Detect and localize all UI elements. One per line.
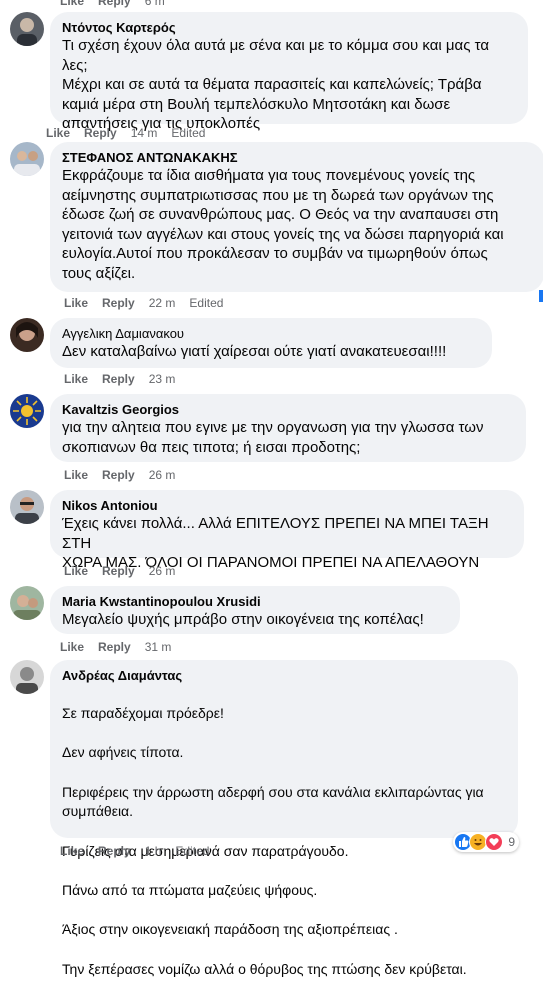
reply-button[interactable]: Reply [98, 0, 131, 8]
like-button[interactable]: Like [60, 0, 84, 8]
comment-text: Τι σχέση έχουν όλα αυτά με σένα και με τ… [62, 37, 489, 132]
comment-bubble: Ανδρέας Διαμάντας Σε παραδέχομαι πρόεδρε… [50, 660, 518, 977]
reply-button[interactable]: Reply [102, 372, 135, 386]
comment-time: 1 h [144, 844, 162, 858]
commenter-name[interactable]: Maria Kwstantinopoulou Xrusidi [62, 594, 448, 610]
avatar[interactable] [10, 490, 44, 524]
reply-button[interactable]: Reply [98, 844, 131, 858]
comment-actions: Like Reply 22 m Edited [64, 296, 223, 310]
reply-button[interactable]: Reply [102, 564, 135, 578]
like-button[interactable]: Like [64, 468, 88, 482]
comment-line: Περιφέρεις την άρρωστη αδερφή σου στα κα… [62, 783, 484, 820]
comment-actions: Like Reply 31 m [60, 640, 171, 654]
comment-text: Δεν καταλαβαίνω γιατί χαίρεσαι ούτε γιατ… [62, 343, 447, 360]
avatar[interactable] [10, 12, 44, 46]
like-button[interactable]: Like [64, 372, 88, 386]
commenter-name[interactable]: Ανδρέας Διαμάντας [62, 668, 506, 684]
comment-bubble: Αγγελικη Δαμιανακου Δεν καταλαβαίνω γιατ… [50, 318, 492, 368]
previous-comment-actions: Like Reply 6 m [60, 0, 165, 8]
comment-actions: Like Reply 14 m Edited [46, 126, 205, 140]
comment-time: 26 m [148, 564, 176, 578]
reaction-summary[interactable]: 9 [453, 832, 519, 852]
avatar[interactable] [10, 142, 44, 176]
comment-actions: Like Reply 26 m [64, 468, 175, 482]
comment-time: 23 m [148, 372, 176, 386]
comment-time: 22 m [148, 296, 176, 310]
comment-actions: Like Reply 26 m [64, 564, 175, 578]
comment-text: για την αλητεια που εγινε με την οργανωσ… [62, 419, 484, 456]
scrollbar-thumb[interactable] [539, 290, 543, 302]
avatar[interactable] [10, 586, 44, 620]
reaction-count: 9 [508, 835, 515, 849]
comment-text: Μεγαλείο ψυχής μπράβο στην οικογένεια τη… [62, 611, 424, 628]
comment-bubble: ΣΤΕΦΑΝΟΣ ΑΝΤΩΝΑΚΑΚΗΣ Εκφράζουμε τα ίδια … [50, 142, 543, 292]
comment-time: 14 m [130, 126, 158, 140]
comment-bubble: Ντόντος Καρτερός Τι σχέση έχουν όλα αυτά… [50, 12, 528, 132]
edited-label: Edited [189, 296, 224, 310]
like-button[interactable]: Like [64, 296, 88, 310]
comment-actions: Like Reply 1 h Edited [60, 844, 209, 858]
comment-line: Την ξεπέρασες νομίζω αλλά ο θόρυβος της … [62, 960, 467, 977]
reply-button[interactable]: Reply [84, 126, 117, 140]
comment-actions: Like Reply 23 m [64, 372, 175, 386]
comment-bubble: Maria Kwstantinopoulou Xrusidi Μεγαλείο … [50, 586, 460, 634]
like-button[interactable]: Like [46, 126, 70, 140]
comment-line: Πάνω από τα πτώματα μαζεύεις ψήφους. [62, 882, 318, 899]
comment-time: 31 m [144, 640, 172, 654]
comment-text: Εκφράζουμε τα ίδια αισθήματα για τους πο… [62, 167, 504, 282]
comment-bubble: Kavaltzis Georgios για την αλητεια που ε… [50, 394, 526, 462]
comment-text: Σε παραδέχομαι πρόεδρε! Δεν αφήνεις τίπο… [62, 684, 506, 999]
commenter-name[interactable]: ΣΤΕΦΑΝΟΣ ΑΝΤΩΝΑΚΑΚΗΣ [62, 150, 532, 166]
comment-line: Άξιος στην οικογενειακή παράδοση της αξι… [62, 921, 398, 938]
comment-time: 6 m [144, 0, 165, 8]
like-button[interactable]: Like [60, 640, 84, 654]
like-button[interactable]: Like [60, 844, 84, 858]
edited-label: Edited [171, 126, 206, 140]
edited-label: Edited [175, 844, 210, 858]
comment-line: Δεν αφήνεις τίποτα. [62, 744, 184, 761]
avatar[interactable] [10, 394, 44, 428]
comment-time: 26 m [148, 468, 176, 482]
reply-button[interactable]: Reply [102, 468, 135, 482]
reply-button[interactable]: Reply [98, 640, 131, 654]
commenter-name[interactable]: Ντόντος Καρτερός [62, 20, 516, 36]
love-reaction-icon [485, 833, 504, 851]
avatar[interactable] [10, 318, 44, 352]
comment-line: Σε παραδέχομαι πρόεδρε! [62, 704, 224, 721]
like-button[interactable]: Like [64, 564, 88, 578]
comment-bubble: Nikos Antoniou Έχεις κάνει πολλά... Αλλά… [50, 490, 524, 571]
commenter-name[interactable]: Αγγελικη Δαμιανακου [62, 326, 480, 342]
avatar[interactable] [10, 660, 44, 694]
reply-button[interactable]: Reply [102, 296, 135, 310]
commenter-name[interactable]: Kavaltzis Georgios [62, 402, 514, 418]
commenter-name[interactable]: Nikos Antoniou [62, 498, 512, 514]
